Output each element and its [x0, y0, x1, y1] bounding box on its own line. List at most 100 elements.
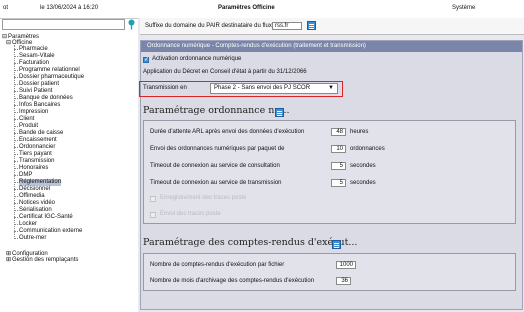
pin-icon[interactable]	[128, 19, 135, 30]
tree-item[interactable]: Notices vidéo	[19, 200, 55, 207]
tree-connector	[14, 175, 18, 176]
tree-item[interactable]: Dossier patient	[19, 81, 59, 88]
cr-per-file-label: Nombre de comptes-rendus d'exécution par…	[150, 262, 285, 268]
tree-item[interactable]: Certificat IGC-Santé	[19, 214, 73, 221]
tree-item[interactable]: Tiers payant	[19, 151, 52, 158]
ordonnance-settings-box	[143, 120, 516, 224]
tree-item[interactable]: Infos Bancaires	[19, 102, 60, 109]
tree-connector	[14, 203, 18, 204]
transmission-select[interactable]: Phase 2 - Sans envoi des PJ SCOR ▼	[210, 83, 338, 94]
tree-connector	[14, 56, 18, 57]
packet-size-field[interactable]: 10	[331, 145, 346, 153]
tree-item[interactable]: Transmission	[19, 158, 54, 165]
pair-row: Suffixe du domaine du PAIR destinataire …	[140, 18, 524, 35]
tree-connector	[14, 161, 18, 162]
tree-item[interactable]: Client	[19, 116, 34, 123]
panel-header: Ordonnance numérique - Comptes-rendus d'…	[141, 41, 522, 52]
tree-item[interactable]: Locker	[19, 221, 37, 228]
pair-label: Suffixe du domaine du PAIR destinataire …	[145, 23, 272, 29]
arl-wait-field[interactable]: 48	[331, 128, 346, 136]
transmission-select-value: Phase 2 - Sans envoi des PJ SCOR	[214, 85, 311, 91]
tree-connector	[14, 196, 18, 197]
list-icon[interactable]	[332, 240, 341, 249]
traces-record-label: Enregistrement des traces poste	[160, 195, 247, 201]
list-icon[interactable]	[275, 108, 284, 117]
tree-item[interactable]: Suivi Patient	[19, 88, 52, 95]
window-title: Paramètres Officine	[218, 5, 275, 11]
tree-item[interactable]: Facturation	[19, 60, 49, 67]
tree-item[interactable]: Programme relationnel	[19, 67, 80, 74]
tree-connector	[14, 77, 18, 78]
timeout-consultation-field[interactable]: 5	[331, 162, 346, 170]
timeout-transmission-field[interactable]: 5	[331, 179, 346, 187]
traces-send-checkbox	[150, 212, 156, 218]
arl-wait-label: Durée d'attente ARL après envoi des donn…	[150, 129, 305, 135]
tree-item[interactable]: Bande de caisse	[19, 130, 63, 137]
tree-connector	[14, 70, 18, 71]
tree-connector	[14, 140, 18, 141]
tree-item[interactable]: Ordonnancier	[19, 144, 55, 151]
tree-connector	[14, 84, 18, 85]
timeout-consultation-unit: secondes	[350, 163, 376, 169]
chevron-down-icon[interactable]: ▼	[328, 84, 334, 93]
tree-connector	[14, 133, 18, 134]
archive-months-label: Nombre de mois d'archivage des comptes-r…	[150, 278, 315, 284]
archive-months-field[interactable]: 36	[336, 277, 351, 285]
tree-item[interactable]: Produit	[19, 123, 38, 130]
tree-connector	[14, 98, 18, 99]
packet-size-unit: ordonnances	[350, 146, 385, 152]
tree-connector	[14, 126, 18, 127]
tree-item[interactable]: Réglementation	[19, 179, 62, 186]
tree-item[interactable]: Décisionnel	[19, 186, 50, 193]
tree-item[interactable]: Outre-mer	[19, 235, 46, 242]
tree-item[interactable]: Banque de données	[19, 95, 73, 102]
tree-item[interactable]: Sérialisation	[19, 207, 52, 214]
tree-connector	[14, 238, 18, 239]
tree-connector	[14, 91, 18, 92]
list-icon[interactable]	[307, 21, 316, 30]
traces-send-label: Envoi des traces poste	[160, 211, 221, 217]
section-ordonnance-title: Paramétrage ordonnance nu...	[143, 105, 290, 116]
tree-connector	[14, 231, 18, 232]
tree-connector	[14, 154, 18, 155]
packet-size-label: Envoi des ordonnances numériques par paq…	[150, 146, 285, 152]
tree-item[interactable]: Dossier pharmaceutique	[19, 74, 84, 81]
tree-search-input[interactable]	[2, 19, 125, 30]
transmission-label: Transmission en	[143, 85, 187, 91]
tree-connector	[14, 112, 18, 113]
tree-item[interactable]: Honoraires	[19, 165, 48, 172]
timeout-transmission-label: Timeout de connexion au service de trans…	[150, 180, 282, 186]
timeout-transmission-unit: secondes	[350, 180, 376, 186]
section-comptes-rendus-title: Paramétrage des comptes-rendus d'exécut.…	[143, 237, 358, 248]
tree-item[interactable]: Offimedia	[19, 193, 45, 200]
settings-tree: ⊟ Paramètres ⊟ Officine Pharmacie Sesam-V…	[2, 34, 136, 310]
tree-item[interactable]: Communication externe	[19, 228, 82, 235]
tree-connector	[14, 217, 18, 218]
tree-item[interactable]: Pharmacie	[19, 46, 48, 53]
tree-item-gestion-remplacants[interactable]: Gestion des remplaçants	[12, 257, 78, 264]
tree-remplacants-expander[interactable]: ⊞	[6, 257, 11, 264]
tree-connector	[14, 168, 18, 169]
tree-connector	[14, 210, 18, 211]
comptes-rendus-box	[143, 253, 516, 291]
traces-record-checkbox	[150, 196, 156, 202]
tree-item[interactable]: DMP	[19, 172, 32, 179]
tree-connector	[14, 224, 18, 225]
datetime: le 13/06/2024 à 16:20	[40, 5, 99, 11]
tree-connector	[14, 49, 18, 50]
tree-item[interactable]: Sesam-Vitale	[19, 53, 55, 60]
top-left-text: ot	[3, 5, 9, 11]
tree-item[interactable]: Impression	[19, 109, 48, 116]
cr-per-file-field[interactable]: 1000	[336, 261, 356, 269]
activation-checkbox[interactable]	[143, 56, 149, 63]
system-menu[interactable]: Système	[452, 5, 475, 11]
pair-suffix-field[interactable]: rss.fr	[272, 22, 302, 30]
tree-officine-expander[interactable]: ⊟	[6, 40, 11, 47]
tree-connector	[14, 147, 18, 148]
tree-connector	[14, 119, 18, 120]
tree-connector	[14, 105, 18, 106]
decret-text: Application du Décret en Conseil d'état …	[143, 69, 307, 75]
tree-connector	[14, 189, 18, 190]
tree-item[interactable]: Encaissement	[19, 137, 57, 144]
panel-header-title: Ordonnance numérique - Comptes-rendus d'…	[147, 43, 366, 49]
